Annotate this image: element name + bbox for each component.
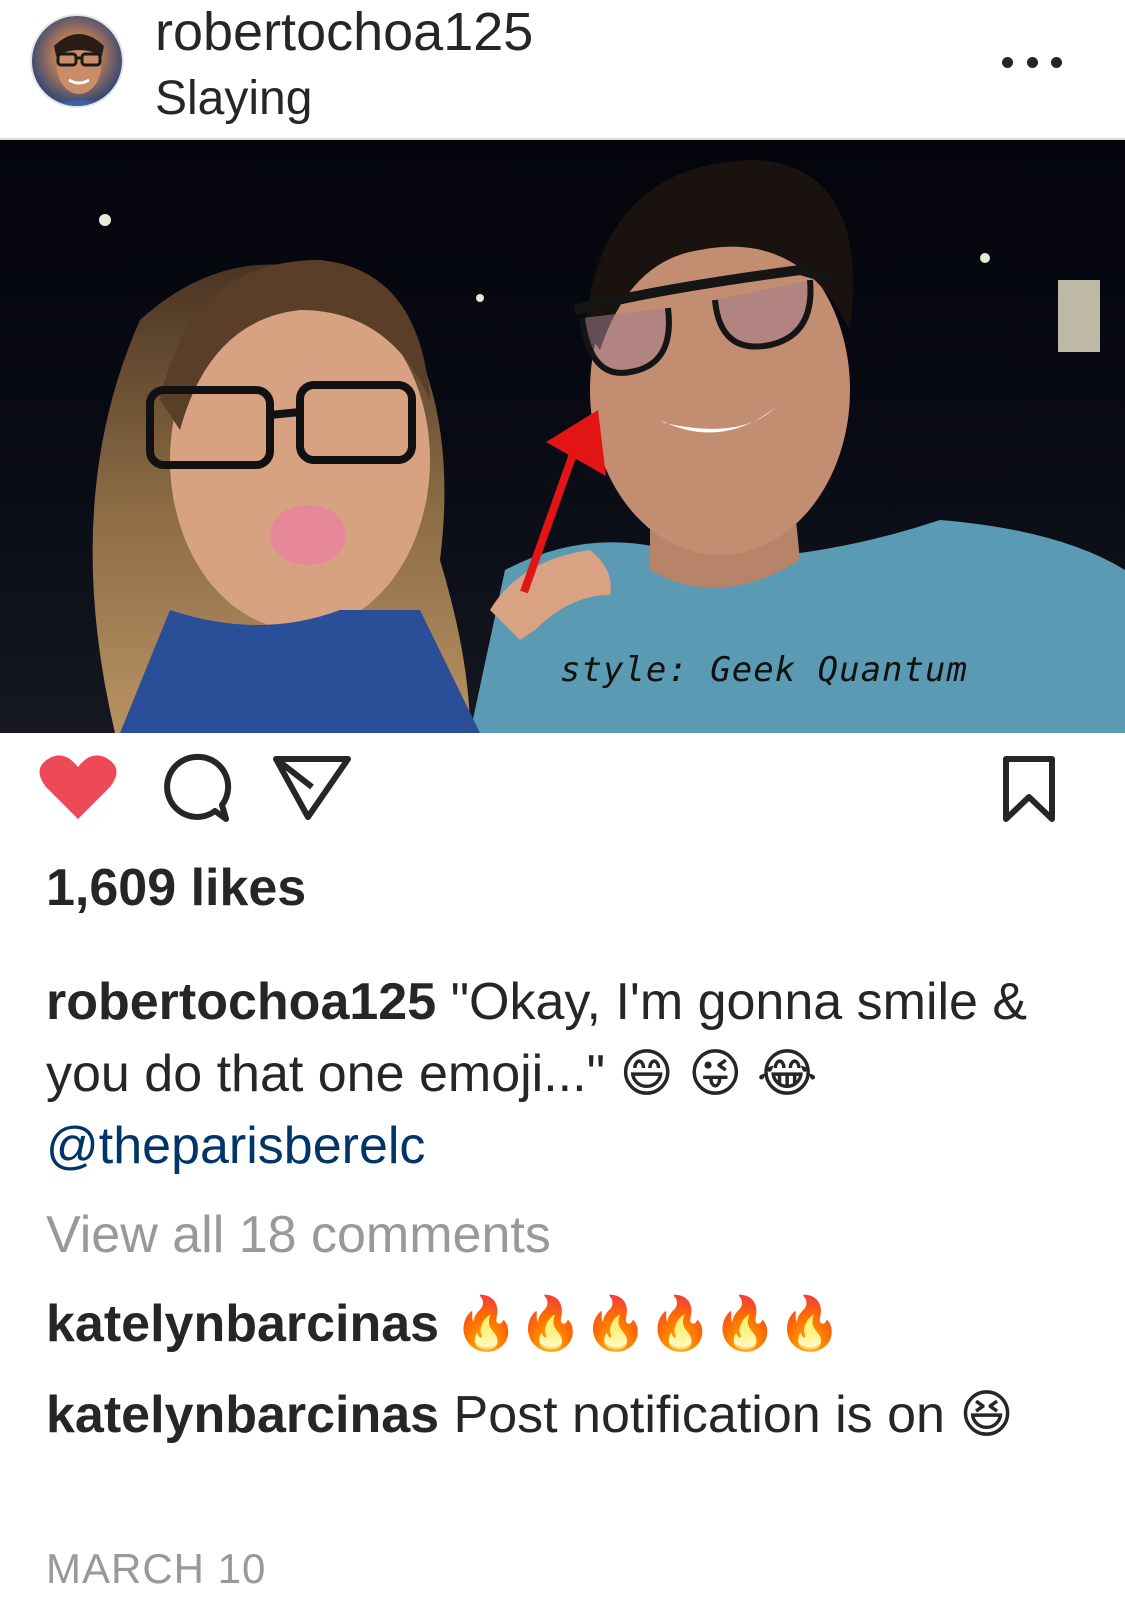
comment-text: 🔥🔥🔥🔥🔥🔥 — [439, 1295, 843, 1353]
likes-count[interactable]: 1,609 likes — [46, 858, 306, 918]
view-all-comments-link[interactable]: View all 18 comments — [46, 1205, 551, 1265]
comment-item: katelynbarcinas Post notification is on … — [46, 1380, 1096, 1450]
heart-icon[interactable] — [38, 753, 118, 823]
avatar-image — [50, 34, 108, 106]
comment-username[interactable]: katelynbarcinas — [46, 1295, 439, 1353]
avatar[interactable] — [30, 14, 124, 108]
photo-image — [0, 140, 1125, 733]
comment-item: katelynbarcinas 🔥🔥🔥🔥🔥🔥 — [46, 1292, 842, 1356]
action-bar — [0, 733, 1125, 853]
photo-overlay-text: style: Geek Quantum — [560, 650, 968, 690]
bookmark-icon[interactable] — [1000, 755, 1058, 825]
post-header: robertochoa125 Slaying — [0, 0, 1125, 140]
comment-icon[interactable] — [158, 751, 232, 825]
caption: robertochoa125 "Okay, I'm gonna smile & … — [46, 966, 1086, 1182]
caption-mention[interactable]: @theparisberelc — [46, 1110, 1086, 1182]
caption-username[interactable]: robertochoa125 — [46, 973, 436, 1031]
post-location[interactable]: Slaying — [155, 72, 312, 126]
post-username[interactable]: robertochoa125 — [155, 2, 533, 62]
post-date: MARCH 10 — [46, 1545, 267, 1592]
post-photo[interactable]: style: Geek Quantum — [0, 140, 1125, 733]
share-icon[interactable] — [272, 755, 352, 821]
comment-username[interactable]: katelynbarcinas — [46, 1386, 439, 1444]
comment-text: Post notification is on 😆 — [439, 1386, 1014, 1444]
more-options-icon[interactable] — [1002, 50, 1062, 74]
